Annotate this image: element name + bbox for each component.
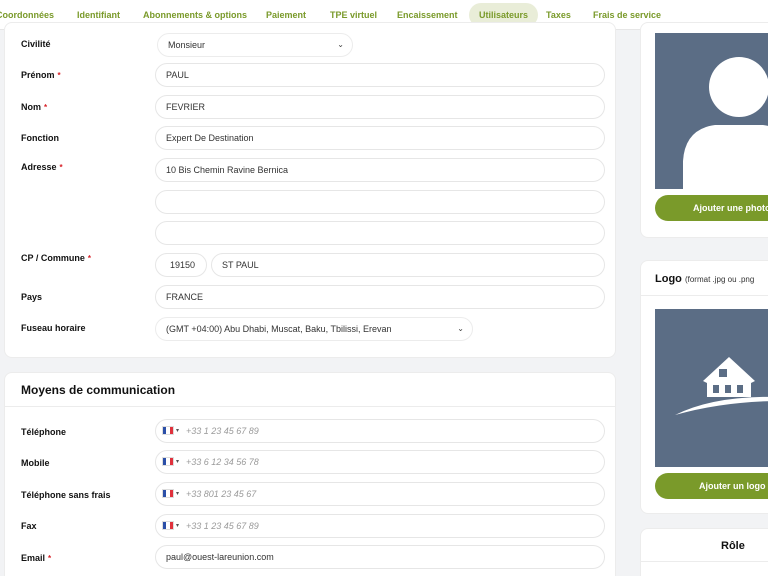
add-logo-button[interactable]: Ajouter un logo — [655, 473, 768, 499]
civilite-label: Civilité — [21, 39, 51, 49]
prenom-field[interactable]: PAUL — [155, 63, 605, 87]
communication-title: Moyens de communication — [21, 383, 176, 397]
fax-field[interactable]: ▾ +33 1 23 45 67 89 — [155, 514, 605, 538]
cp-field[interactable]: 19150 — [155, 253, 207, 277]
chevron-down-icon: ⌄ — [457, 324, 464, 333]
fax-label: Fax — [21, 521, 37, 531]
role-title: Rôle — [721, 540, 745, 552]
adresse-label: Adresse * — [21, 162, 63, 172]
france-flag-icon[interactable] — [162, 426, 174, 435]
fonction-field[interactable]: Expert De Destination — [155, 126, 605, 150]
required-mark: * — [59, 163, 63, 172]
sans-frais-placeholder: +33 801 23 45 67 — [186, 489, 257, 499]
fuseau-select[interactable]: (GMT +04:00) Abu Dhabi, Muscat, Baku, Tb… — [155, 317, 473, 341]
civilite-value: Monsieur — [168, 40, 206, 50]
chevron-down-icon: ⌄ — [337, 40, 344, 49]
required-mark: * — [44, 103, 48, 112]
adresse-line1-field[interactable]: 10 Bis Chemin Ravine Bernica — [155, 158, 605, 182]
mobile-label: Mobile — [21, 458, 50, 468]
caret-down-icon: ▾ — [176, 459, 180, 465]
divider — [5, 406, 615, 407]
divider — [641, 561, 768, 562]
fax-placeholder: +33 1 23 45 67 89 — [186, 521, 259, 531]
adresse-line3-field[interactable] — [155, 221, 605, 245]
logo-title: Logo (format .jpg ou .png — [655, 273, 755, 285]
prenom-label: Prénom * — [21, 70, 61, 80]
communication-panel: Moyens de communication Téléphone ▾ +33 … — [4, 372, 616, 576]
logo-panel: Logo (format .jpg ou .png Ajouter un log… — [640, 260, 768, 514]
telephone-label: Téléphone — [21, 427, 67, 437]
france-flag-icon[interactable] — [162, 521, 174, 530]
house-logo-icon — [675, 357, 768, 415]
fuseau-label: Fuseau horaire — [21, 323, 86, 333]
commune-field[interactable]: ST PAUL — [211, 253, 605, 277]
nom-field[interactable]: FEVRIER — [155, 95, 605, 119]
civilite-select[interactable]: Monsieur ⌄ — [157, 33, 353, 57]
nom-label: Nom * — [21, 102, 48, 112]
add-photo-button[interactable]: Ajouter une photo — [655, 195, 768, 221]
fuseau-value: (GMT +04:00) Abu Dhabi, Muscat, Baku, Tb… — [166, 324, 392, 334]
email-label: Email * — [21, 553, 52, 563]
telephone-placeholder: +33 1 23 45 67 89 — [186, 426, 259, 436]
france-flag-icon[interactable] — [162, 457, 174, 466]
fonction-label: Fonction — [21, 133, 59, 143]
user-silhouette-icon — [683, 57, 768, 189]
required-mark: * — [87, 254, 91, 263]
required-mark: * — [57, 71, 61, 80]
photo-panel: Ajouter une photo — [640, 22, 768, 238]
logo-image — [655, 309, 768, 467]
pays-label: Pays — [21, 292, 43, 302]
avatar — [655, 33, 768, 189]
caret-down-icon: ▾ — [176, 523, 180, 529]
caret-down-icon: ▾ — [176, 428, 180, 434]
email-field[interactable]: paul@ouest-lareunion.com — [155, 545, 605, 569]
adresse-line2-field[interactable] — [155, 190, 605, 214]
sans-frais-label: Téléphone sans frais — [21, 490, 111, 500]
sans-frais-field[interactable]: ▾ +33 801 23 45 67 — [155, 482, 605, 506]
identity-panel: Civilité Monsieur ⌄ Prénom * PAUL Nom * FE… — [4, 22, 616, 358]
required-mark: * — [48, 554, 52, 563]
cp-commune-label: CP / Commune * — [21, 253, 91, 263]
divider — [641, 295, 768, 296]
mobile-placeholder: +33 6 12 34 56 78 — [186, 457, 259, 467]
logo-format-hint: (format .jpg ou .png — [684, 275, 755, 284]
mobile-field[interactable]: ▾ +33 6 12 34 56 78 — [155, 450, 605, 474]
pays-field[interactable]: FRANCE — [155, 285, 605, 309]
caret-down-icon: ▾ — [176, 491, 180, 497]
france-flag-icon[interactable] — [162, 489, 174, 498]
telephone-field[interactable]: ▾ +33 1 23 45 67 89 — [155, 419, 605, 443]
role-panel: Rôle — [640, 528, 768, 576]
